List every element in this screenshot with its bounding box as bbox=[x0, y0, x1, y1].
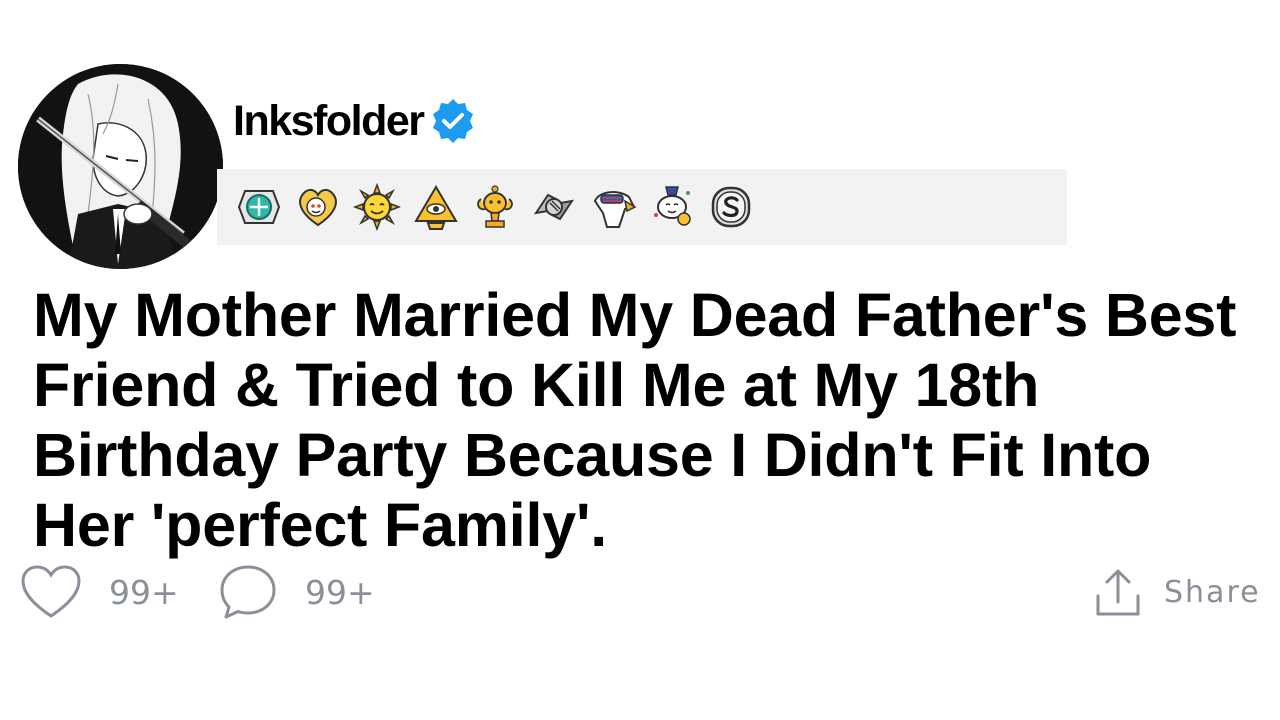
post-title: My Mother Married My Dead Father's Best … bbox=[33, 281, 1237, 559]
gold-trophy-award-icon[interactable] bbox=[471, 183, 519, 231]
share-button[interactable]: Share bbox=[1094, 560, 1261, 624]
share-upload-icon bbox=[1096, 569, 1140, 616]
comment-button[interactable]: 99+ bbox=[218, 560, 375, 624]
awards-list bbox=[235, 183, 766, 231]
wholesome-heart-award-icon[interactable] bbox=[294, 183, 342, 231]
anime-avatar-image bbox=[18, 64, 223, 269]
username[interactable]: Inksfolder bbox=[233, 99, 425, 143]
handshake-award-icon[interactable] bbox=[530, 183, 578, 231]
eagle-award-icon[interactable] bbox=[589, 183, 637, 231]
like-button[interactable]: 99+ bbox=[20, 560, 179, 624]
snoo-party-award-icon[interactable] bbox=[648, 183, 696, 231]
like-count: 99+ bbox=[109, 572, 179, 612]
share-label: Share bbox=[1164, 574, 1261, 610]
comment-count: 99+ bbox=[305, 572, 375, 612]
eye-pyramid-award-icon[interactable] bbox=[412, 183, 460, 231]
silver-medal-award-icon[interactable] bbox=[235, 183, 283, 231]
sun-face-award-icon[interactable] bbox=[353, 183, 401, 231]
avatar[interactable] bbox=[18, 64, 223, 269]
comment-bubble-icon bbox=[220, 565, 276, 619]
author-row: Inksfolder bbox=[233, 93, 478, 149]
silver-coin-award-icon[interactable] bbox=[707, 183, 755, 231]
verified-badge-icon bbox=[432, 99, 473, 143]
action-bar: 99+ 99+ Share bbox=[0, 560, 1280, 624]
heart-icon bbox=[21, 565, 81, 618]
awards-bar bbox=[217, 169, 1067, 245]
